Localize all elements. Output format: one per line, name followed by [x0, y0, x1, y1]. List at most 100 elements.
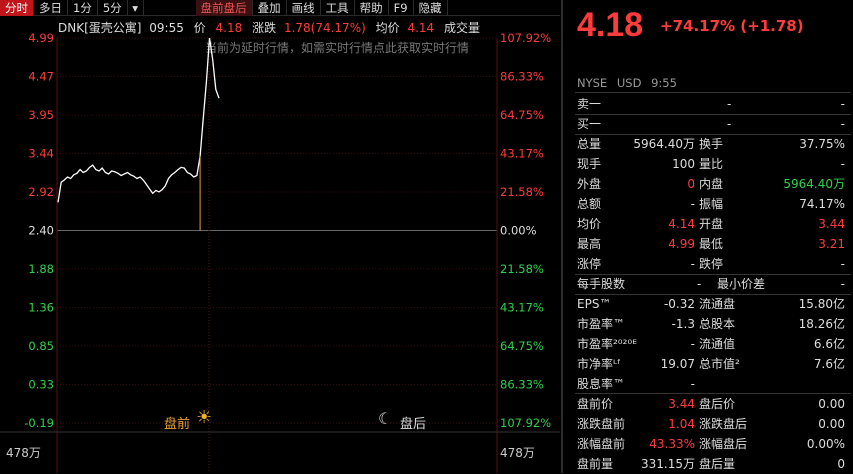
buy1-price: -: [727, 117, 732, 131]
sell1-price: -: [727, 97, 732, 111]
divider: [575, 92, 851, 93]
stat-label: 流通值: [699, 337, 736, 351]
stat-label: 盘前量: [577, 457, 614, 471]
stat-value: 43.33%: [649, 437, 695, 451]
stat-value: -1.3: [671, 317, 695, 331]
stat-value: 15.80亿: [798, 297, 845, 311]
period-dropdown-icon[interactable]: ▾: [128, 0, 144, 16]
currency: USD: [616, 76, 642, 90]
y-tick-left: 0.33: [28, 378, 54, 392]
y-tick-right: 43.17%: [500, 301, 544, 315]
y-tick-left: 1.88: [28, 262, 54, 276]
buy1-row: 买一 - -: [577, 114, 849, 134]
volume-max-right: 478万: [500, 446, 535, 460]
stat-value: 0: [837, 457, 845, 471]
stat-row: 涨停 - 跌停 -: [577, 254, 849, 274]
afterhours-label: 盘后: [400, 417, 427, 432]
stat-label: 流通盘: [699, 297, 736, 311]
hide-button[interactable]: 隐藏: [414, 0, 448, 16]
y-tick-left: 4.47: [28, 70, 54, 84]
tab-multi-day[interactable]: 多日: [34, 0, 68, 16]
tab-intraday[interactable]: 分时: [0, 0, 34, 16]
y-tick-left: 2.40: [28, 224, 54, 238]
y-tick-left: 3.44: [28, 147, 54, 161]
stat-label: 量比: [699, 157, 724, 171]
stat-row: 均价 4.14 开盘 3.44: [577, 214, 849, 234]
stat-value: -: [690, 337, 695, 351]
y-tick-left: -0.19: [24, 416, 54, 430]
stat-row: 涨幅盘前 43.33% 涨幅盘后 0.00%: [577, 434, 849, 454]
stat-row: 市盈率²⁰²⁰ᴱ - 流通值 6.6亿: [577, 334, 849, 354]
stat-value: 6.6亿: [813, 337, 845, 351]
stat-row: 股息率™ -: [577, 374, 849, 394]
tab-1min[interactable]: 1分: [68, 0, 98, 16]
intraday-chart[interactable]: DNK[蛋壳公寓] 09:55 价 4.18 涨跌 1.78(74.17%) 均…: [0, 16, 560, 473]
tools-button[interactable]: 工具: [321, 0, 355, 16]
stat-label: 涨跌盘前: [577, 417, 626, 431]
stat-row: 最高 4.99 最低 3.21: [577, 234, 849, 254]
stat-value: 74.17%: [799, 197, 845, 211]
stat-label: 盘后量: [699, 457, 736, 471]
current-price: 4.18: [577, 6, 644, 44]
y-tick-left: 4.99: [28, 31, 54, 45]
stat-row: 市净率ᴸᶠ 19.07 总市值² 7.6亿: [577, 354, 849, 374]
stat-row: EPS™ -0.32 流通盘 15.80亿: [577, 294, 849, 314]
stat-label: 涨停: [577, 257, 602, 271]
stat-label: 涨幅盘后: [699, 437, 748, 451]
stat-value: 19.07: [660, 357, 695, 371]
draw-line-button[interactable]: 画线: [287, 0, 321, 16]
stat-value: 100: [672, 157, 695, 171]
stat-label: 开盘: [699, 217, 724, 231]
f9-button[interactable]: F9: [389, 0, 414, 16]
stat-label: 总股本: [699, 317, 736, 331]
stat-value: 1.04: [668, 417, 695, 431]
stat-row: 盘前量 331.15万 盘后量 0: [577, 454, 849, 474]
stat-label: 换手: [699, 137, 724, 151]
y-tick-left: 0.85: [28, 339, 54, 353]
exchange: NYSE: [577, 76, 608, 90]
stat-label: 盘后价: [699, 397, 736, 411]
sell1-volume: -: [840, 97, 845, 111]
overlay-button[interactable]: 叠加: [253, 0, 287, 16]
tick-label: 最小价差: [717, 277, 766, 291]
y-tick-right: 86.33%: [500, 378, 544, 392]
stat-value: 0.00: [818, 417, 845, 431]
stat-value: 7.6亿: [813, 357, 845, 371]
stat-value: 0: [687, 177, 695, 191]
stat-label: EPS™: [577, 297, 612, 311]
buy1-label: 买一: [577, 117, 602, 131]
help-button[interactable]: 帮助: [355, 0, 389, 16]
price-chart-svg: 4.99 107.92% 4.47 86.33% 3.95 64.75% 3.44 43.17…: [0, 31, 560, 473]
stat-label: 股息率™: [577, 377, 626, 391]
y-tick-right: 64.75%: [500, 108, 544, 122]
premarket-afterhours-button[interactable]: 盘前盘后: [195, 0, 253, 16]
stat-label: 最高: [577, 237, 602, 251]
stat-value: 3.44: [818, 217, 845, 231]
lot-row: 每手股数 - 最小价差 -: [577, 274, 849, 294]
chart-toolbar: 分时 多日 1分 5分 ▾ 盘前盘后 叠加 画线 工具 帮助 F9 隐藏: [0, 0, 560, 16]
lot-label: 每手股数: [577, 277, 626, 291]
sun-icon: ☀: [196, 407, 213, 428]
stat-row: 现手 100 量比 -: [577, 154, 849, 174]
price-change: +74.17% (+1.78): [660, 17, 804, 35]
stat-label: 涨幅盘前: [577, 437, 626, 451]
y-tick-right: 21.58%: [500, 262, 544, 276]
stat-label: 内盘: [699, 177, 724, 191]
stat-row: 市盈率™ -1.3 总股本 18.26亿: [577, 314, 849, 334]
stat-label: 振幅: [699, 197, 724, 211]
price-line: [57, 37, 220, 203]
y-tick-left: 2.92: [28, 185, 54, 199]
stat-row: 总额 - 振幅 74.17%: [577, 194, 849, 214]
y-tick-right: 0.00%: [500, 224, 537, 238]
y-tick-right: 43.17%: [500, 147, 544, 161]
stat-value: -: [690, 197, 695, 211]
tab-5min[interactable]: 5分: [98, 0, 128, 16]
stat-value: 3.44: [668, 397, 695, 411]
stat-value: -: [690, 377, 695, 391]
stat-value: -0.32: [663, 297, 695, 311]
stat-label: 最低: [699, 237, 724, 251]
stat-label: 均价: [577, 217, 602, 231]
stat-value: 4.14: [668, 217, 695, 231]
y-tick-right: 86.33%: [500, 70, 544, 84]
stat-label: 总额: [577, 197, 602, 211]
